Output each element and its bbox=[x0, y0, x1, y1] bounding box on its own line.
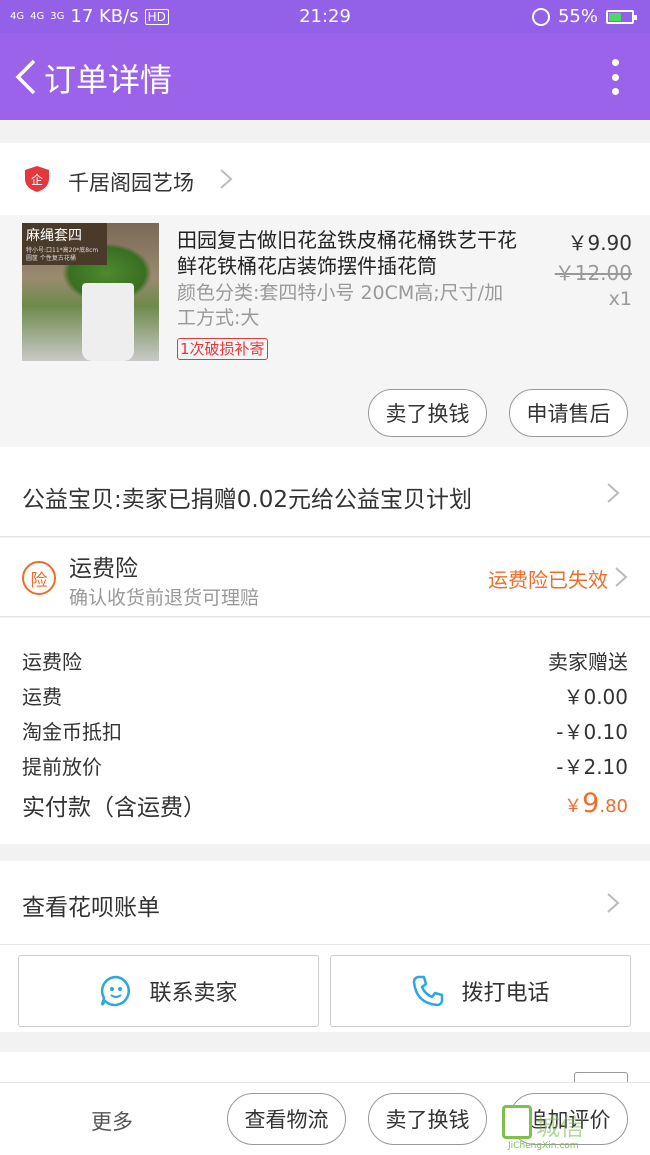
insurance-icon: 险 bbox=[22, 561, 56, 595]
fee-label: 运费 bbox=[22, 685, 62, 709]
battery-percent: 55% bbox=[557, 6, 598, 27]
fee-value: -￥2.10 bbox=[556, 755, 628, 779]
chevron-right-icon bbox=[607, 893, 620, 913]
watermark-url: JiChengXin.com bbox=[508, 1141, 579, 1151]
fee-value: ￥0.00 bbox=[563, 685, 628, 709]
insurance-title: 运费险 bbox=[69, 556, 138, 582]
fee-label: 淘金币抵扣 bbox=[22, 720, 122, 744]
call-phone-button[interactable]: 拨打电话 bbox=[330, 955, 631, 1027]
watermark-logo bbox=[502, 1105, 532, 1139]
chevron-right-icon bbox=[607, 483, 620, 503]
insurance-status: 运费险已失效 bbox=[488, 568, 608, 592]
product-item[interactable]: 麻绳套四 特小号:口11*高20*底8cm 圆筐 个性复古花桶 田园复古做旧花盆… bbox=[0, 215, 650, 448]
product-quantity: x1 bbox=[608, 288, 632, 310]
sell-for-cash-button[interactable]: 卖了换钱 bbox=[368, 389, 487, 437]
page-title: 订单详情 bbox=[44, 61, 173, 99]
watermark-text: 城信 bbox=[536, 1113, 584, 1141]
damage-badge: 1次破损补寄 bbox=[177, 338, 268, 360]
contact-seller-button[interactable]: 联系卖家 bbox=[18, 955, 319, 1027]
shop-row[interactable]: 企 千居阁园艺场 bbox=[0, 143, 650, 215]
more-menu-icon[interactable] bbox=[610, 59, 620, 95]
shipping-insurance-row[interactable]: 险 运费险 确认收货前退货可理赔 运费险已失效 bbox=[0, 538, 650, 617]
thumb-tag-sub2: 圆筐 个性复古花桶 bbox=[26, 255, 76, 262]
call-phone-label: 拨打电话 bbox=[461, 981, 550, 1006]
huabei-text: 查看花呗账单 bbox=[22, 895, 160, 921]
thumb-tag-title: 麻绳套四 bbox=[26, 228, 82, 244]
lock-rotation-icon bbox=[531, 7, 550, 26]
fee-value: -￥0.10 bbox=[556, 720, 628, 744]
fee-row: 运费 ￥0.00 bbox=[22, 681, 628, 710]
thumb-tag-sub: 特小号:口11*高20*底8cm bbox=[26, 247, 99, 254]
more-button[interactable]: 更多 bbox=[91, 1106, 133, 1136]
thumb-tag: 麻绳套四 特小号:口11*高20*底8cm 圆筐 个性复古花桶 bbox=[22, 223, 107, 265]
battery-icon bbox=[606, 9, 637, 24]
status-right: 55% bbox=[531, 0, 637, 33]
pot-shape bbox=[82, 283, 134, 361]
fee-label: 运费险 bbox=[22, 650, 82, 674]
svg-text:企: 企 bbox=[31, 172, 43, 187]
total-label: 实付款（含运费） bbox=[22, 795, 206, 821]
fee-label: 提前放价 bbox=[22, 755, 102, 779]
original-price: ￥12.00 bbox=[554, 261, 632, 285]
fee-row: 运费险 卖家赠送 bbox=[22, 646, 628, 675]
chat-bubble-icon bbox=[101, 975, 131, 1007]
fee-summary: 运费险 卖家赠送 运费 ￥0.00 淘金币抵扣 -￥0.10 提前放价 -￥2.… bbox=[0, 618, 650, 844]
product-price: ￥9.90 bbox=[567, 231, 632, 255]
status-bar: 4G 4G 3G 17 KB/s HD 21:29 55% bbox=[0, 0, 650, 33]
sell-for-cash-button-bottom[interactable]: 卖了换钱 bbox=[368, 1093, 487, 1145]
watermark: 城信 JiChengXin.com bbox=[502, 1105, 642, 1151]
product-title[interactable]: 田园复古做旧花盆铁皮桶花桶铁艺干花鲜花铁桶花店装饰摆件插花筒 bbox=[177, 227, 522, 279]
after-sale-button[interactable]: 申请售后 bbox=[509, 389, 628, 437]
fee-row: 淘金币抵扣 -￥0.10 bbox=[22, 716, 628, 745]
huabei-bill-row[interactable]: 查看花呗账单 bbox=[0, 861, 650, 945]
total-amount: ￥9.80 bbox=[564, 788, 628, 819]
total-row: 实付款（含运费） ￥9.80 bbox=[22, 788, 628, 822]
chevron-right-icon bbox=[615, 567, 628, 587]
product-thumbnail[interactable]: 麻绳套四 特小号:口11*高20*底8cm 圆筐 个性复古花桶 bbox=[22, 223, 159, 361]
battery-fill bbox=[609, 12, 621, 21]
product-sku: 颜色分类:套四特小号 20CM高;尺寸/加工方式:大 bbox=[177, 282, 504, 329]
partial-section bbox=[0, 1052, 650, 1086]
chevron-right-icon bbox=[220, 169, 233, 189]
shop-name: 千居阁园艺场 bbox=[68, 171, 194, 195]
back-arrow-icon[interactable] bbox=[12, 57, 42, 97]
fee-value: 卖家赠送 bbox=[548, 650, 628, 674]
view-logistics-button[interactable]: 查看物流 bbox=[227, 1093, 346, 1145]
fee-row: 提前放价 -￥2.10 bbox=[22, 751, 628, 780]
phone-icon bbox=[413, 975, 444, 1007]
contact-seller-label: 联系卖家 bbox=[149, 981, 238, 1006]
charity-row[interactable]: 公益宝贝:卖家已捐赠0.02元给公益宝贝计划 bbox=[0, 447, 650, 537]
insurance-subtitle: 确认收货前退货可理赔 bbox=[69, 587, 260, 609]
charity-text: 公益宝贝:卖家已捐赠0.02元给公益宝贝计划 bbox=[22, 487, 472, 513]
enterprise-shield-icon: 企 bbox=[25, 166, 49, 192]
contact-section: 联系卖家 拨打电话 bbox=[0, 945, 650, 1032]
nav-bar: 订单详情 bbox=[0, 33, 650, 120]
